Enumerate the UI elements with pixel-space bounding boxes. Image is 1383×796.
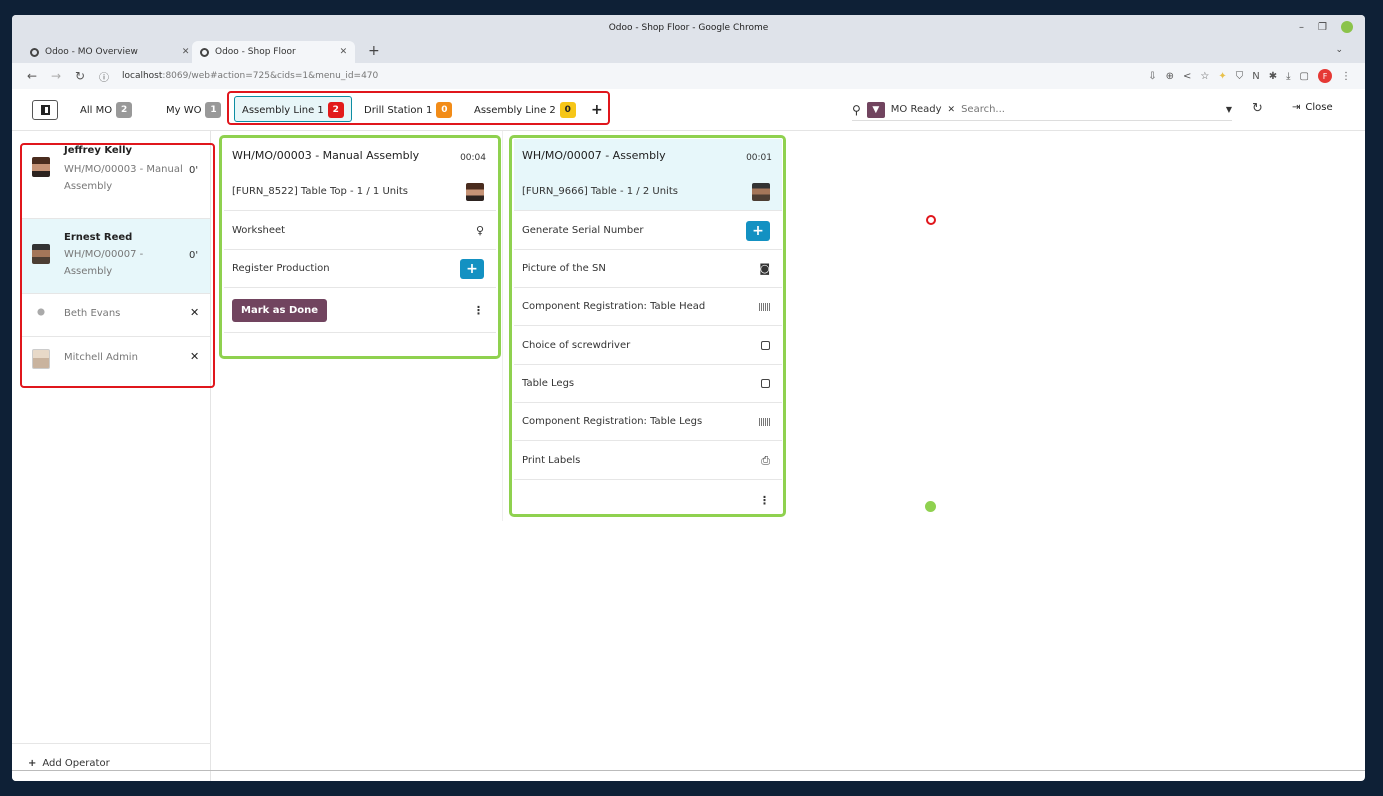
url-host: localhost <box>122 71 163 81</box>
plus-icon: + <box>28 758 37 769</box>
close-window-icon[interactable] <box>1341 21 1353 33</box>
filter-label: All MO <box>80 104 113 116</box>
annotation-cursor-marker <box>926 215 936 225</box>
extension-toolbar: ⇩ ⊕ < ☆ ✦ ⛉ N ✱ ⤓ ▢ F ⋮ <box>1148 69 1351 83</box>
annotation-cursor-marker <box>925 501 936 512</box>
browser-menu-icon[interactable]: ⋮ <box>1341 71 1351 82</box>
tab-search-chevron-icon[interactable]: ⌄ <box>1335 45 1343 55</box>
search-dropdown-chevron-icon[interactable]: ▼ <box>1226 105 1232 114</box>
site-info-icon[interactable]: ⓘ <box>92 69 116 84</box>
bookmark-star-icon[interactable]: ☆ <box>1200 71 1209 82</box>
window-title: Odoo - Shop Floor - Google Chrome <box>608 23 769 33</box>
refresh-icon[interactable]: ↻ <box>1252 101 1263 116</box>
annotation-highlight-card-2 <box>509 135 786 517</box>
panel-icon <box>40 105 50 115</box>
count-badge: 2 <box>116 102 133 118</box>
side-panel-icon[interactable]: ▢ <box>1300 71 1309 82</box>
close-button[interactable]: ⇥ Close <box>1292 102 1333 113</box>
url-path: :8069/web#action=725&cids=1&menu_id=470 <box>162 71 379 81</box>
odoo-favicon-icon <box>200 47 209 57</box>
search-icon: ⚲ <box>852 102 861 117</box>
remove-facet-icon[interactable]: ✕ <box>948 105 956 115</box>
divider <box>12 743 211 744</box>
browser-window: Odoo - Shop Floor - Google Chrome – ❐ Od… <box>12 15 1365 781</box>
install-icon[interactable]: ⇩ <box>1148 71 1156 82</box>
annotation-highlight-operators <box>20 143 215 388</box>
count-badge: 1 <box>205 102 222 118</box>
browser-tab-shop-floor[interactable]: Odoo - Shop Floor ✕ <box>192 41 356 63</box>
zoom-icon[interactable]: ⊕ <box>1166 71 1174 82</box>
filter-my-wo[interactable]: My WO 1 <box>166 100 222 120</box>
profile-avatar[interactable]: F <box>1318 69 1332 83</box>
close-tab-icon[interactable]: ✕ <box>182 47 190 57</box>
filter-all-mo[interactable]: All MO 2 <box>80 100 133 120</box>
new-tab-icon[interactable]: + <box>368 43 380 59</box>
browser-tab-label: Odoo - MO Overview <box>45 47 138 57</box>
notion-icon[interactable]: N <box>1252 71 1259 82</box>
close-tab-icon[interactable]: ✕ <box>340 47 348 57</box>
browser-tab-mo-overview[interactable]: Odoo - MO Overview ✕ <box>22 41 197 63</box>
browser-tab-label: Odoo - Shop Floor <box>215 47 296 57</box>
toggle-operator-panel-button[interactable] <box>32 100 58 120</box>
browser-tabstrip: Odoo - MO Overview ✕ Odoo - Shop Floor ✕… <box>12 41 1365 63</box>
share-icon[interactable]: < <box>1183 71 1191 82</box>
odoo-favicon-icon <box>30 47 39 57</box>
window-titlebar: Odoo - Shop Floor - Google Chrome – ❐ <box>12 15 1365 41</box>
puzzle-icon[interactable]: ✱ <box>1269 71 1277 82</box>
shield-icon[interactable]: ⛉ <box>1236 71 1244 82</box>
download-icon[interactable]: ⤓ <box>1286 71 1290 82</box>
search-bar: ⚲ ▼ MO Ready ✕ ▼ <box>852 99 1232 121</box>
annotation-highlight-card-1 <box>219 135 501 359</box>
url-field[interactable]: localhost:8069/web#action=725&cids=1&men… <box>122 71 378 81</box>
sign-out-icon: ⇥ <box>1292 102 1301 113</box>
restore-icon[interactable]: ❐ <box>1318 22 1327 33</box>
window-controls: – ❐ <box>1299 21 1353 33</box>
back-icon[interactable]: ← <box>20 69 44 83</box>
shop-floor-control-bar: All MO 2 My WO 1 Assembly Line 1 2 Drill… <box>12 89 1365 131</box>
add-operator-label: Add Operator <box>42 758 110 769</box>
forward-icon[interactable]: → <box>44 69 68 83</box>
filter-label: My WO <box>166 104 202 116</box>
annotation-highlight-workcenters <box>227 91 610 125</box>
close-label: Close <box>1305 102 1333 113</box>
minimize-icon[interactable]: – <box>1299 22 1304 33</box>
search-input[interactable] <box>961 104 1192 115</box>
extension-icon[interactable]: ✦ <box>1218 71 1226 82</box>
divider <box>12 770 1365 771</box>
operator-panel: Jeffrey Kelly WH/MO/00003 - Manual Assem… <box>12 131 215 781</box>
reload-icon[interactable]: ↻ <box>68 69 92 83</box>
add-operator-button[interactable]: + Add Operator <box>28 758 110 769</box>
address-bar: ← → ↻ ⓘ localhost:8069/web#action=725&ci… <box>12 63 1365 89</box>
column-divider <box>502 131 503 521</box>
filter-funnel-icon: ▼ <box>866 101 885 118</box>
search-facet: MO Ready <box>890 104 942 115</box>
